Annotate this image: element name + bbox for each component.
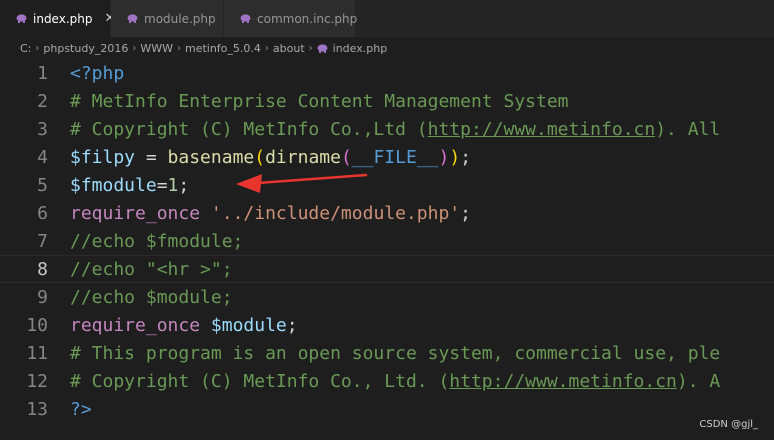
code-token: <?php: [70, 62, 125, 84]
code-line[interactable]: 7//echo $fmodule;: [0, 227, 774, 255]
code-token: ). A: [676, 370, 721, 392]
php-elephant-icon: [240, 14, 251, 23]
code-token: http://www.metinfo.cn: [449, 370, 677, 392]
chevron-right-icon: ›: [132, 42, 137, 54]
watermark: CSDN @gjl_: [699, 419, 758, 430]
breadcrumb-item-file[interactable]: index.php: [317, 41, 388, 55]
code-token: http://www.metinfo.cn: [427, 118, 656, 140]
code-line[interactable]: 13 ?>: [0, 395, 774, 423]
code-token: ;: [460, 202, 471, 224]
line-number[interactable]: 9: [0, 287, 70, 308]
code-token: //echo $module;: [70, 286, 233, 308]
breadcrumb-item[interactable]: WWW: [140, 42, 173, 55]
chevron-right-icon: ›: [308, 42, 313, 54]
tab-bar: index.php ✕ module.php common.inc.php: [0, 0, 774, 37]
chevron-right-icon: ›: [35, 42, 40, 54]
line-number[interactable]: 3: [0, 119, 70, 140]
code-token: (: [254, 146, 266, 168]
code-token: basename: [167, 146, 255, 168]
breadcrumb: C: › phpstudy_2016 › WWW › metinfo_5.0.4…: [0, 37, 774, 59]
code-token: require_once: [70, 314, 201, 336]
line-number[interactable]: 1: [0, 63, 70, 84]
code-token: //echo $fmodule;: [70, 230, 244, 252]
code-token: __FILE__: [351, 146, 439, 168]
code-token: $fmodule: [70, 174, 157, 196]
code-token: require_once: [70, 202, 201, 224]
code-line[interactable]: 3 # Copyright (C) MetInfo Co.,Ltd (http:/…: [0, 115, 774, 143]
code-line[interactable]: 10 require_once $module;: [0, 311, 774, 339]
line-number[interactable]: 2: [0, 91, 70, 112]
code-token: =: [135, 146, 168, 168]
code-token: 1: [167, 174, 179, 196]
code-line[interactable]: 9//echo $module;: [0, 283, 774, 311]
line-number[interactable]: 13: [0, 399, 70, 420]
line-number[interactable]: 12: [0, 371, 70, 392]
tab-label: module.php: [144, 11, 216, 26]
tab-label: common.inc.php: [257, 11, 358, 26]
code-token: ). All: [655, 118, 721, 140]
tab-label: index.php: [33, 11, 93, 26]
code-token: //echo "<hr >";: [70, 258, 233, 280]
code-line[interactable]: 11 # This program is an open source syste…: [0, 339, 774, 367]
code-line[interactable]: 4 $filpy = basename(dirname(__FILE__));: [0, 143, 774, 171]
code-token: ;: [178, 174, 190, 196]
code-token: ): [449, 146, 461, 168]
code-token: ;: [460, 146, 472, 168]
code-token: (: [340, 146, 352, 168]
code-token: dirname: [265, 146, 341, 168]
code-token: # MetInfo Enterprise Content Management …: [70, 90, 569, 112]
code-token: '../include/module.php': [210, 202, 461, 224]
tab-module-php[interactable]: module.php: [111, 0, 224, 37]
line-number[interactable]: 4: [0, 147, 70, 168]
breadcrumb-item[interactable]: phpstudy_2016: [43, 42, 128, 55]
code-editor[interactable]: 1 <?php 2 # MetInfo Enterprise Content Mana…: [0, 59, 774, 440]
breadcrumb-file-label: index.php: [332, 41, 388, 55]
code-line[interactable]: 1 <?php: [0, 59, 774, 87]
line-number[interactable]: 8: [0, 259, 70, 280]
code-token: $filpy: [70, 146, 136, 168]
line-number[interactable]: 7: [0, 231, 70, 252]
code-line[interactable]: 6 require_once '../include/module.php';: [0, 199, 774, 227]
breadcrumb-item[interactable]: C:: [20, 42, 31, 55]
tab-common-inc-php[interactable]: common.inc.php: [224, 0, 358, 37]
php-elephant-icon: [317, 43, 328, 53]
chevron-right-icon: ›: [264, 42, 269, 54]
code-line[interactable]: 2 # MetInfo Enterprise Content Management…: [0, 87, 774, 115]
code-token: $module: [210, 314, 287, 336]
code-token: ;: [286, 314, 298, 336]
breadcrumb-item[interactable]: metinfo_5.0.4: [185, 42, 261, 55]
line-number[interactable]: 11: [0, 343, 70, 364]
line-number[interactable]: 6: [0, 203, 70, 224]
code-token: =: [156, 174, 168, 196]
code-token: # This program is an open source system,…: [70, 342, 721, 364]
chevron-right-icon: ›: [176, 42, 181, 54]
code-line[interactable]: 12 # Copyright (C) MetInfo Co., Ltd. (htt…: [0, 367, 774, 395]
code-line[interactable]: 5 $fmodule = 1;: [0, 171, 774, 199]
php-elephant-icon: [16, 14, 27, 23]
breadcrumb-item[interactable]: about: [273, 42, 305, 55]
code-token: # Copyright (C) MetInfo Co.,Ltd (: [70, 118, 428, 140]
php-elephant-icon: [127, 14, 138, 23]
tab-index-php[interactable]: index.php ✕: [0, 0, 115, 37]
line-number[interactable]: 10: [0, 315, 70, 336]
code-line[interactable]: 8//echo "<hr >";: [0, 255, 774, 283]
code-token: # Copyright (C) MetInfo Co., Ltd. (: [70, 370, 450, 392]
code-token: ?>: [70, 398, 92, 420]
line-number[interactable]: 5: [0, 175, 70, 196]
code-token: ): [438, 146, 450, 168]
